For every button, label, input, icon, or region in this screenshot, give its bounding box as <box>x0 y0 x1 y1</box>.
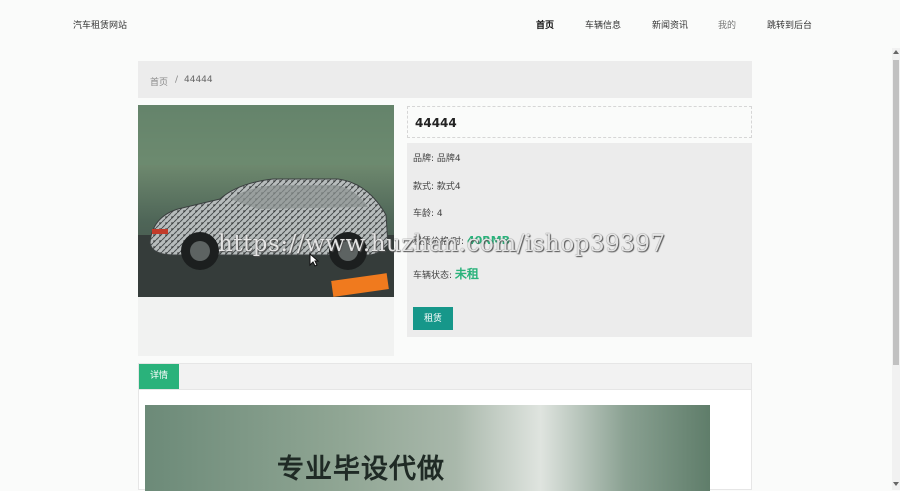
age-value: 4 <box>436 209 443 219</box>
nav-item-admin[interactable]: 跳转到后台 <box>767 18 812 31</box>
car-illustration <box>138 105 394 297</box>
scroll-down-arrow-icon[interactable] <box>893 482 899 486</box>
age-row: 车龄: 4 <box>413 206 443 219</box>
brand-label: 品牌: <box>413 154 435 164</box>
breadcrumb-separator: / <box>175 75 179 85</box>
detail-tabbar: 详情 <box>139 364 751 390</box>
detail-banner-image: 专业毕设代做 <box>145 405 710 491</box>
nav-item-home[interactable]: 首页 <box>536 18 554 31</box>
style-row: 款式: 款式4 <box>413 179 461 192</box>
detail-banner-text: 专业毕设代做 <box>277 454 445 485</box>
nav-item-vehicles[interactable]: 车辆信息 <box>585 18 621 31</box>
car-title: 44444 <box>415 116 457 130</box>
status-value: 未租 <box>454 267 479 281</box>
brand-row: 品牌: 品牌4 <box>413 151 461 164</box>
rent-button[interactable]: 租赁 <box>413 307 453 330</box>
scrollbar-thumb[interactable] <box>893 60 899 365</box>
top-navbar: 汽车租赁网站 首页 车辆信息 新闻资讯 我的 跳转到后台 <box>0 0 892 48</box>
breadcrumb-home[interactable]: 首页 <box>150 75 168 88</box>
style-value: 款式4 <box>436 182 461 192</box>
breadcrumb: 首页 / 44444 <box>138 61 752 98</box>
brand-value: 品牌4 <box>436 154 461 164</box>
breadcrumb-current: 44444 <box>184 75 213 85</box>
status-label: 车辆状态: <box>413 271 453 281</box>
status-row: 车辆状态: 未租 <box>413 265 479 282</box>
site-brand[interactable]: 汽车租赁网站 <box>73 18 127 31</box>
detail-section: 详情 专业毕设代做 <box>138 363 752 491</box>
nav-item-mine[interactable]: 我的 <box>718 18 736 31</box>
style-label: 款式: <box>413 182 435 192</box>
scroll-up-arrow-icon[interactable] <box>893 50 899 54</box>
nav-item-news[interactable]: 新闻资讯 <box>652 18 688 31</box>
car-title-box: 44444 <box>407 106 752 138</box>
age-label: 车龄: <box>413 209 435 219</box>
watermark-overlay: https://www.huzhan.com/ishop39397 <box>218 231 666 257</box>
page-scrollbar[interactable] <box>892 48 900 490</box>
mouse-cursor-icon <box>309 253 319 267</box>
tab-details[interactable]: 详情 <box>139 364 179 389</box>
car-photo <box>138 105 394 297</box>
